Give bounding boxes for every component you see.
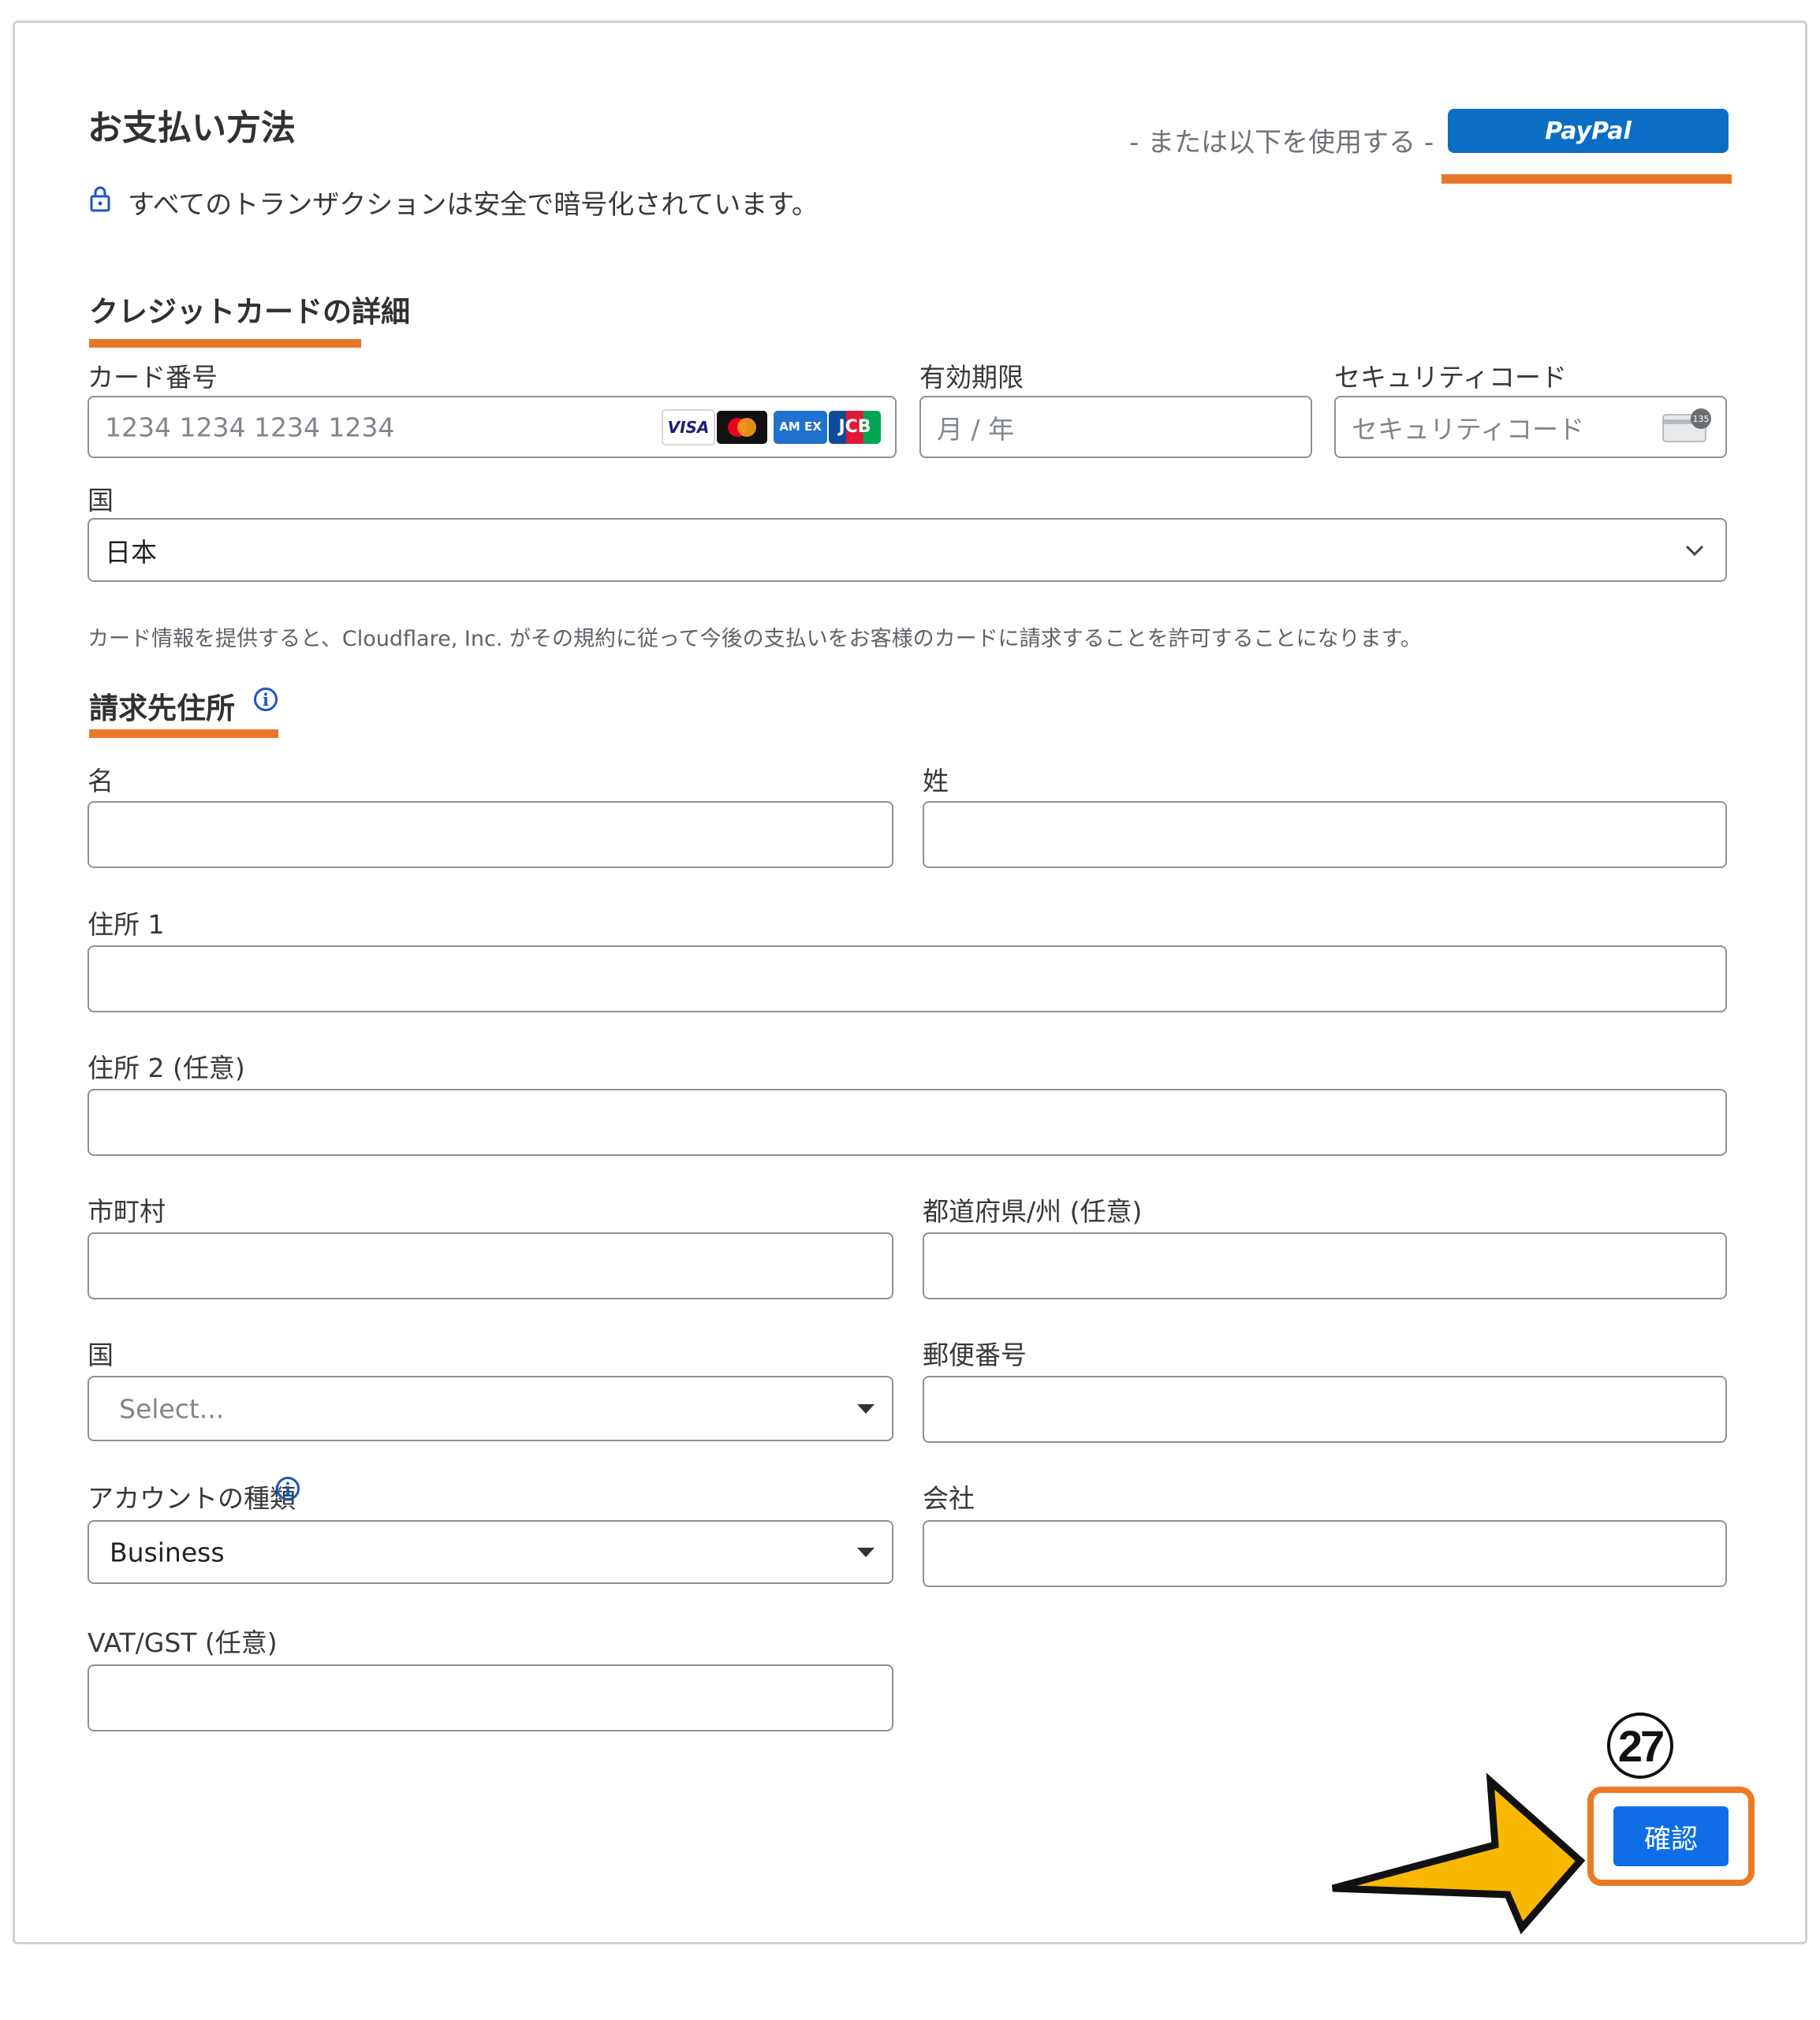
postal-code-input[interactable] — [923, 1376, 1727, 1443]
first-name-input[interactable] — [88, 801, 893, 868]
card-section-underline — [89, 339, 361, 348]
account-type-info-icon[interactable]: i — [276, 1477, 300, 1500]
billing-section-underline — [89, 729, 278, 738]
mastercard-icon — [717, 410, 767, 444]
address1-input[interactable] — [88, 945, 1727, 1012]
secure-text: すべてのトランザクションは安全で暗号化されています。 — [128, 189, 819, 221]
billing-country-select[interactable]: Select... — [88, 1376, 893, 1441]
card-section-title: クレジットカードの詳細 — [89, 295, 410, 329]
card-terms-notice: カード情報を提供すると、Cloudflare, Inc. がその規約に従って今後… — [88, 627, 1422, 651]
page-title: お支払い方法 — [88, 108, 296, 148]
chevron-down-icon — [1684, 543, 1705, 561]
account-type-label: アカウントの種類 — [88, 1483, 296, 1514]
last-name-input[interactable] — [923, 801, 1727, 868]
vat-label: VAT/GST (任意) — [88, 1627, 278, 1658]
visa-icon: VISA — [662, 408, 715, 445]
card-country-select[interactable]: 日本 — [88, 518, 1727, 582]
card-number-label: カード番号 — [88, 362, 218, 393]
caret-down-icon — [857, 1403, 875, 1414]
city-input[interactable] — [88, 1232, 893, 1299]
address2-label: 住所 2 (任意) — [88, 1053, 245, 1083]
cvc-badge: 135 — [1691, 408, 1711, 429]
state-input[interactable] — [923, 1232, 1727, 1299]
card-country-label: 国 — [88, 485, 114, 516]
city-label: 市町村 — [88, 1196, 166, 1227]
cvc-input[interactable]: セキュリティコード 135 — [1334, 396, 1727, 458]
postal-code-label: 郵便番号 — [923, 1340, 1027, 1370]
account-type-value: Business — [110, 1537, 225, 1567]
company-input[interactable] — [923, 1520, 1727, 1587]
vat-input[interactable] — [88, 1664, 893, 1731]
card-number-input[interactable]: 1234 1234 1234 1234 VISA AM EX JCB — [88, 396, 897, 458]
secure-notice: すべてのトランザクションは安全で暗号化されています。 — [90, 183, 819, 222]
billing-info-icon[interactable]: i — [254, 688, 278, 711]
or-divider-text: - または以下を使用する - — [1129, 127, 1434, 158]
lock-icon — [90, 185, 110, 219]
last-name-label: 姓 — [923, 766, 949, 796]
paypal-button[interactable]: PayPal — [1448, 109, 1729, 153]
card-number-placeholder: 1234 1234 1234 1234 — [105, 412, 395, 442]
billing-country-placeholder: Select... — [119, 1393, 225, 1424]
billing-section-title: 請求先住所 — [89, 691, 235, 725]
cvc-label: セキュリティコード — [1334, 362, 1568, 393]
company-label: 会社 — [923, 1483, 975, 1514]
amex-icon: AM EX — [774, 410, 827, 444]
step-number-badge: 27 — [1607, 1713, 1673, 1779]
paypal-highlight-underline — [1441, 174, 1732, 184]
first-name-label: 名 — [88, 766, 114, 796]
expiry-placeholder: 月 / 年 — [937, 413, 1015, 445]
caret-down-icon — [857, 1547, 875, 1557]
address1-label: 住所 1 — [88, 909, 165, 940]
account-type-select[interactable]: Business — [88, 1520, 893, 1584]
jcb-icon: JCB — [829, 410, 881, 444]
pointer-arrow-icon — [1323, 1770, 1591, 1940]
address2-input[interactable] — [88, 1089, 1727, 1156]
expiry-label: 有効期限 — [919, 362, 1024, 393]
card-country-value: 日本 — [105, 536, 157, 568]
confirm-button[interactable]: 確認 — [1613, 1806, 1729, 1866]
cvc-placeholder: セキュリティコード — [1352, 413, 1585, 445]
expiry-input[interactable]: 月 / 年 — [919, 396, 1312, 458]
card-back-icon: 135 — [1662, 408, 1711, 445]
billing-country-label: 国 — [88, 1340, 114, 1370]
state-label: 都道府県/州 (任意) — [923, 1196, 1143, 1227]
